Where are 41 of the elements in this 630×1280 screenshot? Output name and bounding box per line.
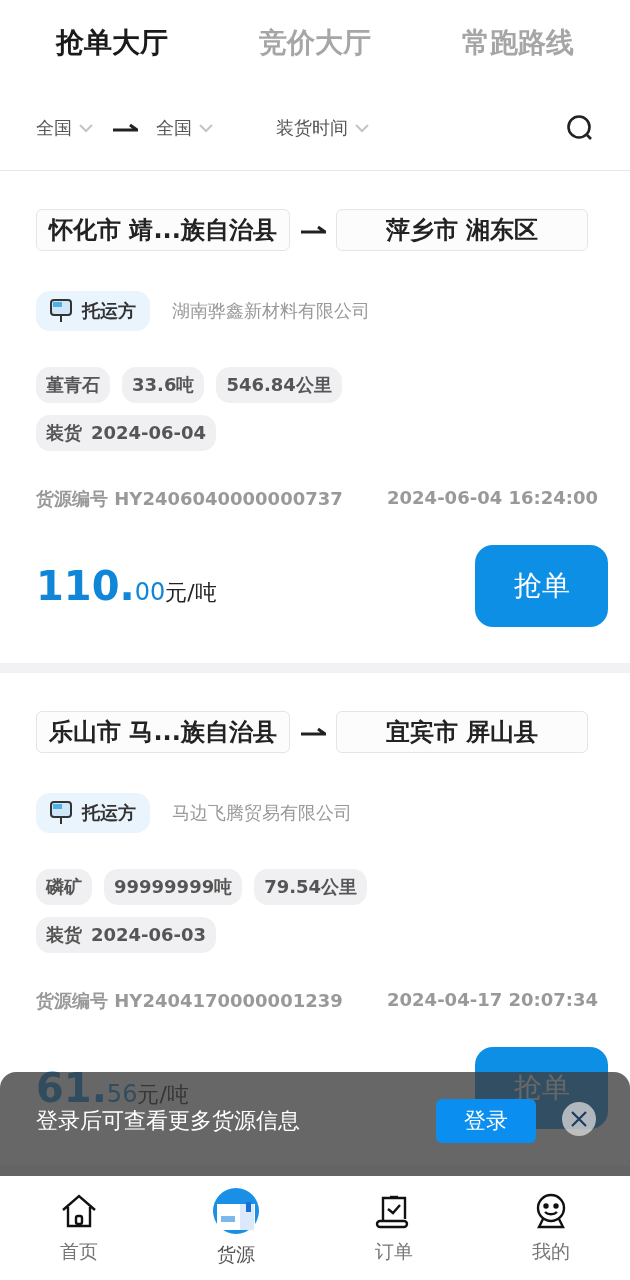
login-message: 登录后可查看更多货源信息 [36, 1107, 301, 1135]
origin-place: 怀化市 靖...族自治县 [36, 209, 290, 251]
chevron-down-icon [354, 123, 370, 133]
cargo-tag: 99999999吨 [104, 869, 243, 905]
publish-time: 2024-06-04 16:24:00 [387, 487, 598, 510]
price: 110.00元/吨 [36, 563, 217, 609]
chevron-down-icon [78, 123, 94, 133]
signboard-icon [50, 801, 72, 825]
shipper-name: 马边飞腾贸易有限公司 [172, 801, 352, 825]
destination-place: 宜宾市 屏山县 [336, 711, 588, 753]
shipper-label: 托运方 [82, 299, 136, 323]
loading-date-tag: 装货 2024-06-04 [36, 415, 217, 451]
cargo-number: 货源编号 HY2406040000000737 [36, 487, 343, 511]
cargo-number: 货源编号 HY2404170000001239 [36, 989, 343, 1013]
search-icon[interactable] [566, 114, 594, 142]
cargo-tag: 79.54公里 [254, 869, 368, 905]
origin-place: 乐山市 马...族自治县 [36, 711, 290, 753]
cargo-tag: 磷矿 [36, 869, 92, 905]
nav-item[interactable]: 首页 [28, 1191, 129, 1265]
cargo-tag: 堇青石 [36, 367, 110, 403]
destination-dropdown[interactable]: 全国 [156, 116, 214, 140]
cargo-icon [213, 1188, 260, 1234]
origin-dropdown[interactable]: 全国 [36, 116, 94, 140]
login-button[interactable]: 登录 [436, 1099, 536, 1143]
grab-order-button[interactable]: 抢单 [475, 545, 608, 627]
nav-item[interactable]: 订单 [343, 1191, 444, 1265]
shipper-name: 湖南骅鑫新材料有限公司 [172, 299, 370, 323]
tab[interactable]: 抢单大厅 [55, 24, 168, 62]
cargo-tag: 546.84公里 [216, 367, 342, 403]
nav-item[interactable]: 我的 [501, 1191, 602, 1265]
close-button[interactable] [562, 1102, 596, 1136]
chevron-down-icon [198, 123, 214, 133]
loading-date-tag: 装货 2024-06-03 [36, 917, 217, 953]
shipper-label: 托运方 [82, 801, 136, 825]
cargo-tag: 33.6吨 [122, 367, 205, 403]
destination-place: 萍乡市 湘东区 [336, 209, 588, 251]
nav-item[interactable]: 货源 [186, 1188, 287, 1268]
publish-time: 2024-04-17 20:07:34 [387, 989, 598, 1012]
loading-time-dropdown[interactable]: 装货时间 [276, 116, 370, 140]
signboard-icon [50, 299, 72, 323]
close-icon [570, 1110, 588, 1128]
